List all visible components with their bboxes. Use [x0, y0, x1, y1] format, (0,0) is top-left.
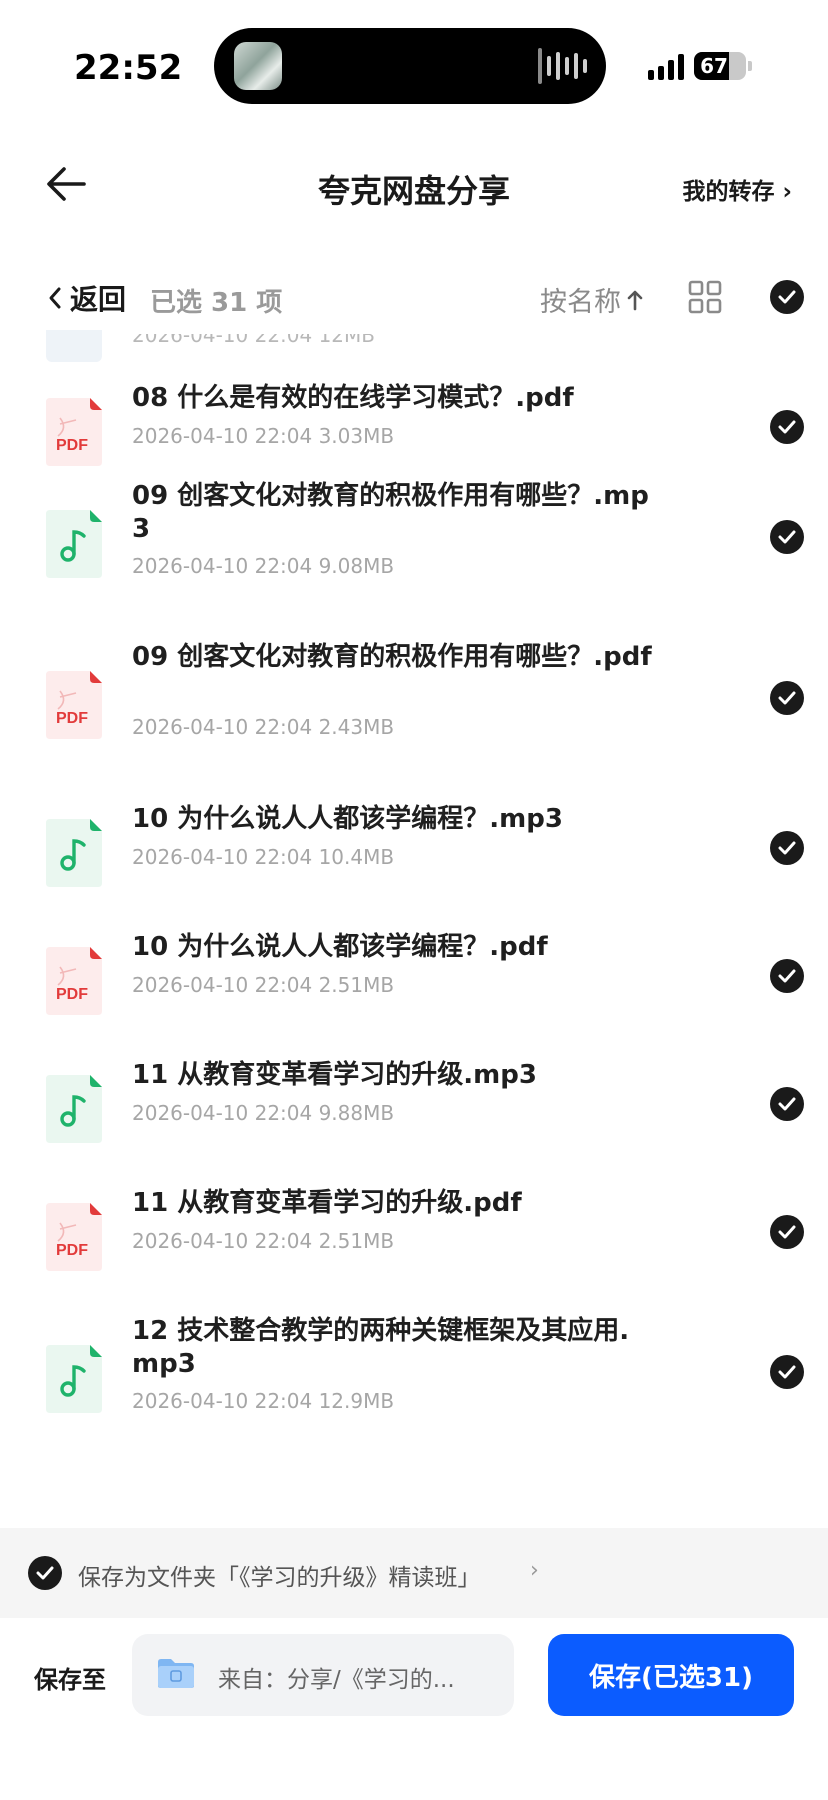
back-label: 返回: [70, 283, 127, 316]
file-name: 10 为什么说人人都该学编程？.mp3: [132, 804, 563, 834]
sort-by-name-button[interactable]: 按名称: [540, 280, 643, 319]
save-to-label: 保存至: [34, 1666, 106, 1694]
checkmark-icon: [778, 530, 796, 544]
battery-tip: [748, 61, 752, 71]
back-button[interactable]: 返回: [48, 278, 126, 318]
arrow-up-icon: [627, 290, 643, 310]
checkmark-icon: [778, 691, 796, 705]
file-name: 12 技术整合教学的两种关键框架及其应用.mp3: [132, 1316, 630, 1379]
audio-file-icon: [46, 819, 102, 887]
file-name: 08 什么是有效的在线学习模式？.pdf: [132, 383, 574, 413]
item-checkbox[interactable]: [770, 410, 804, 444]
save-as-folder-option[interactable]: 保存为文件夹「《学习的升级》精读班」 ›: [0, 1528, 828, 1618]
list-toolbar: 返回 已选 31 项 按名称: [0, 260, 828, 330]
battery-level: 67: [700, 54, 728, 78]
list-item[interactable]: 09 创客文化对教育的积极作用有哪些？.mp3 2026-04-10 22:04 …: [0, 480, 828, 610]
checkmark-icon: [778, 1097, 796, 1111]
file-name: 09 创客文化对教育的积极作用有哪些？.pdf: [132, 642, 652, 672]
status-time: 22:52: [74, 48, 183, 88]
item-checkbox[interactable]: [770, 959, 804, 993]
list-item-partial[interactable]: 2026-04-10 22:04 12MB: [0, 330, 828, 362]
list-item[interactable]: 11 从教育变革看学习的升级.mp3 2026-04-10 22:04 9.88M…: [0, 1059, 828, 1159]
list-item[interactable]: 10 为什么说人人都该学编程？.mp3 2026-04-10 22:04 10.4…: [0, 803, 828, 903]
checkmark-icon: [36, 1566, 54, 1580]
item-checkbox[interactable]: [770, 1087, 804, 1121]
item-checkbox[interactable]: [770, 831, 804, 865]
pdf-file-icon: PDF: [46, 947, 102, 1015]
list-item[interactable]: PDF 08 什么是有效的在线学习模式？.pdf 2026-04-10 22:04…: [0, 382, 828, 482]
cellular-signal-icon: [648, 52, 684, 80]
list-item[interactable]: PDF 11 从教育变革看学习的升级.pdf 2026-04-10 22:04 2…: [0, 1187, 828, 1287]
file-name: 11 从教育变革看学习的升级.pdf: [132, 1188, 522, 1218]
grid-view-icon[interactable]: [688, 280, 722, 314]
status-bar: 22:52 67: [0, 0, 828, 130]
select-all-checkbox[interactable]: [770, 280, 804, 314]
item-checkbox[interactable]: [770, 520, 804, 554]
checkmark-icon: [778, 969, 796, 983]
now-playing-artwork: [234, 42, 282, 90]
destination-picker[interactable]: 来自：分享/《学习的...: [132, 1634, 514, 1716]
checkmark-icon: [778, 290, 796, 304]
file-name: 09 创客文化对教育的积极作用有哪些？.mp3: [132, 481, 649, 544]
item-checkbox[interactable]: [770, 1355, 804, 1389]
header: 夸克网盘分享 我的转存 ›: [0, 130, 828, 250]
file-list[interactable]: 2026-04-10 22:04 12MB PDF 08 什么是有效的在线学习模…: [0, 330, 828, 1528]
chevron-right-icon: ›: [530, 1558, 539, 1583]
list-item[interactable]: PDF 09 创客文化对教育的积极作用有哪些？.pdf 2026-04-10 22…: [0, 641, 828, 771]
file-meta: 2026-04-10 22:04 2.43MB: [132, 715, 395, 739]
audio-file-icon: [46, 1075, 102, 1143]
file-meta: 2026-04-10 22:04 12.9MB: [132, 1389, 395, 1413]
file-name: 10 为什么说人人都该学编程？.pdf: [132, 932, 548, 962]
save-as-folder-checkbox[interactable]: [28, 1556, 62, 1590]
battery-icon: 67: [694, 52, 746, 80]
destination-path: 来自：分享/《学习的...: [218, 1667, 455, 1693]
my-transfer-link[interactable]: 我的转存 ›: [683, 172, 793, 206]
file-meta: 2026-04-10 22:04 12MB: [132, 334, 376, 347]
audio-waveform-icon: [538, 44, 588, 88]
audio-file-icon: [46, 510, 102, 578]
file-meta: 2026-04-10 22:04 3.03MB: [132, 424, 395, 448]
pdf-label: PDF: [56, 986, 88, 1003]
pdf-label: PDF: [56, 437, 88, 454]
pdf-file-icon: PDF: [46, 1203, 102, 1271]
dynamic-island[interactable]: [214, 28, 606, 104]
chevron-left-icon: [49, 287, 61, 309]
file-icon: [46, 330, 102, 362]
checkmark-icon: [778, 1365, 796, 1379]
pdf-label: PDF: [56, 1242, 88, 1259]
item-checkbox[interactable]: [770, 681, 804, 715]
list-item[interactable]: PDF 10 为什么说人人都该学编程？.pdf 2026-04-10 22:04 …: [0, 931, 828, 1031]
pdf-file-icon: PDF: [46, 398, 102, 466]
save-button[interactable]: 保存(已选31): [548, 1634, 794, 1716]
file-name: 11 从教育变革看学习的升级.mp3: [132, 1060, 537, 1090]
pdf-file-icon: PDF: [46, 671, 102, 739]
file-meta: 2026-04-10 22:04 2.51MB: [132, 973, 395, 997]
checkmark-icon: [778, 420, 796, 434]
bottom-bar: 保存至 来自：分享/《学习的... 保存(已选31): [0, 1618, 828, 1800]
audio-file-icon: [46, 1345, 102, 1413]
checkmark-icon: [778, 1225, 796, 1239]
file-meta: 2026-04-10 22:04 2.51MB: [132, 1229, 395, 1253]
sort-label: 按名称: [540, 287, 621, 318]
save-as-folder-label: 保存为文件夹「《学习的升级》精读班」: [78, 1565, 481, 1591]
pdf-label: PDF: [56, 710, 88, 727]
file-meta: 2026-04-10 22:04 9.08MB: [132, 554, 395, 578]
checkmark-icon: [778, 841, 796, 855]
file-meta: 2026-04-10 22:04 10.4MB: [132, 845, 395, 869]
item-checkbox[interactable]: [770, 1215, 804, 1249]
list-item[interactable]: 12 技术整合教学的两种关键框架及其应用.mp3 2026-04-10 22:04…: [0, 1315, 828, 1445]
folder-icon: [158, 1659, 194, 1688]
file-meta: 2026-04-10 22:04 9.88MB: [132, 1101, 395, 1125]
selected-count: 已选 31 项: [150, 288, 283, 318]
